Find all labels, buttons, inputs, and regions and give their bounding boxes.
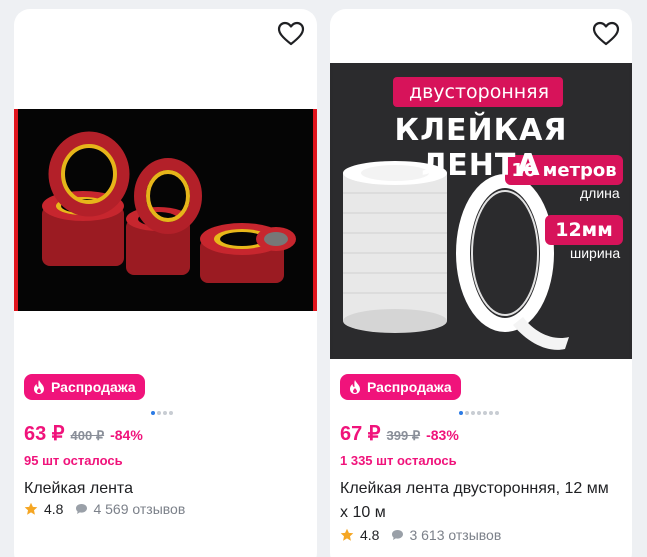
image-length-label: длина (580, 185, 620, 201)
current-price: 63 ₽ (24, 423, 65, 445)
product-card[interactable]: двусторонняя КЛЕЙКАЯ ЛЕНТА 10 метров дли… (330, 9, 632, 557)
carousel-dots (151, 411, 173, 415)
rating-row: 4.8 3 613 отзывов (340, 527, 501, 543)
price-row: 63 ₽ 400 ₽ -84% (24, 421, 143, 446)
old-price: 399 ₽ (386, 428, 421, 443)
reviews-count: 4 569 отзывов (93, 501, 186, 517)
rating-row: 4.8 4 569 отзывов (24, 501, 185, 517)
sale-badge-label: Распродажа (51, 379, 136, 395)
reviews-link[interactable]: 3 613 отзывов (391, 527, 501, 543)
carousel-dot[interactable] (489, 411, 493, 415)
sale-badge-label: Распродажа (367, 379, 452, 395)
image-tag: двусторонняя (408, 81, 550, 103)
heart-icon[interactable] (592, 21, 620, 47)
stock-remaining: 95 шт осталось (24, 453, 123, 468)
stock-remaining: 1 335 шт осталось (340, 453, 457, 468)
price-row: 67 ₽ 399 ₽ -83% (340, 421, 459, 446)
current-price: 67 ₽ (340, 423, 381, 445)
discount-percent: -83% (426, 427, 459, 443)
product-card[interactable]: Распродажа 63 ₽ 400 ₽ -84% 95 шт осталос… (14, 9, 317, 557)
heart-icon[interactable] (277, 21, 305, 47)
product-image[interactable]: двусторонняя КЛЕЙКАЯ ЛЕНТА 10 метров дли… (330, 63, 632, 359)
product-title[interactable]: Клейкая лента двусторонняя, 12 мм х 10 м (340, 477, 620, 525)
product-image[interactable] (14, 109, 317, 311)
carousel-dots (459, 411, 499, 415)
discount-percent: -84% (110, 427, 143, 443)
carousel-dot[interactable] (483, 411, 487, 415)
image-width-value: 12мм (555, 219, 613, 241)
carousel-dot[interactable] (465, 411, 469, 415)
sale-badge: Распродажа (24, 374, 145, 400)
carousel-dot[interactable] (495, 411, 499, 415)
carousel-dot[interactable] (459, 411, 463, 415)
comment-icon (76, 504, 88, 514)
fire-icon (350, 380, 360, 394)
carousel-dot[interactable] (477, 411, 481, 415)
rating-value: 4.8 (44, 501, 64, 517)
carousel-dot[interactable] (169, 411, 173, 415)
comment-icon (392, 530, 404, 540)
reviews-count: 3 613 отзывов (409, 527, 502, 543)
star-icon (24, 502, 38, 515)
image-width-label: ширина (570, 245, 621, 261)
carousel-dot[interactable] (157, 411, 161, 415)
fire-icon (34, 380, 44, 394)
carousel-dot[interactable] (471, 411, 475, 415)
reviews-link[interactable]: 4 569 отзывов (75, 501, 185, 517)
old-price: 400 ₽ (70, 428, 105, 443)
sale-badge: Распродажа (340, 374, 461, 400)
product-image-art (333, 63, 629, 359)
product-title[interactable]: Клейкая лента (24, 477, 305, 501)
carousel-dot[interactable] (163, 411, 167, 415)
rating-value: 4.8 (360, 527, 380, 543)
carousel-dot[interactable] (151, 411, 155, 415)
image-length-value: 10 метров (511, 160, 617, 181)
star-icon (340, 528, 354, 541)
